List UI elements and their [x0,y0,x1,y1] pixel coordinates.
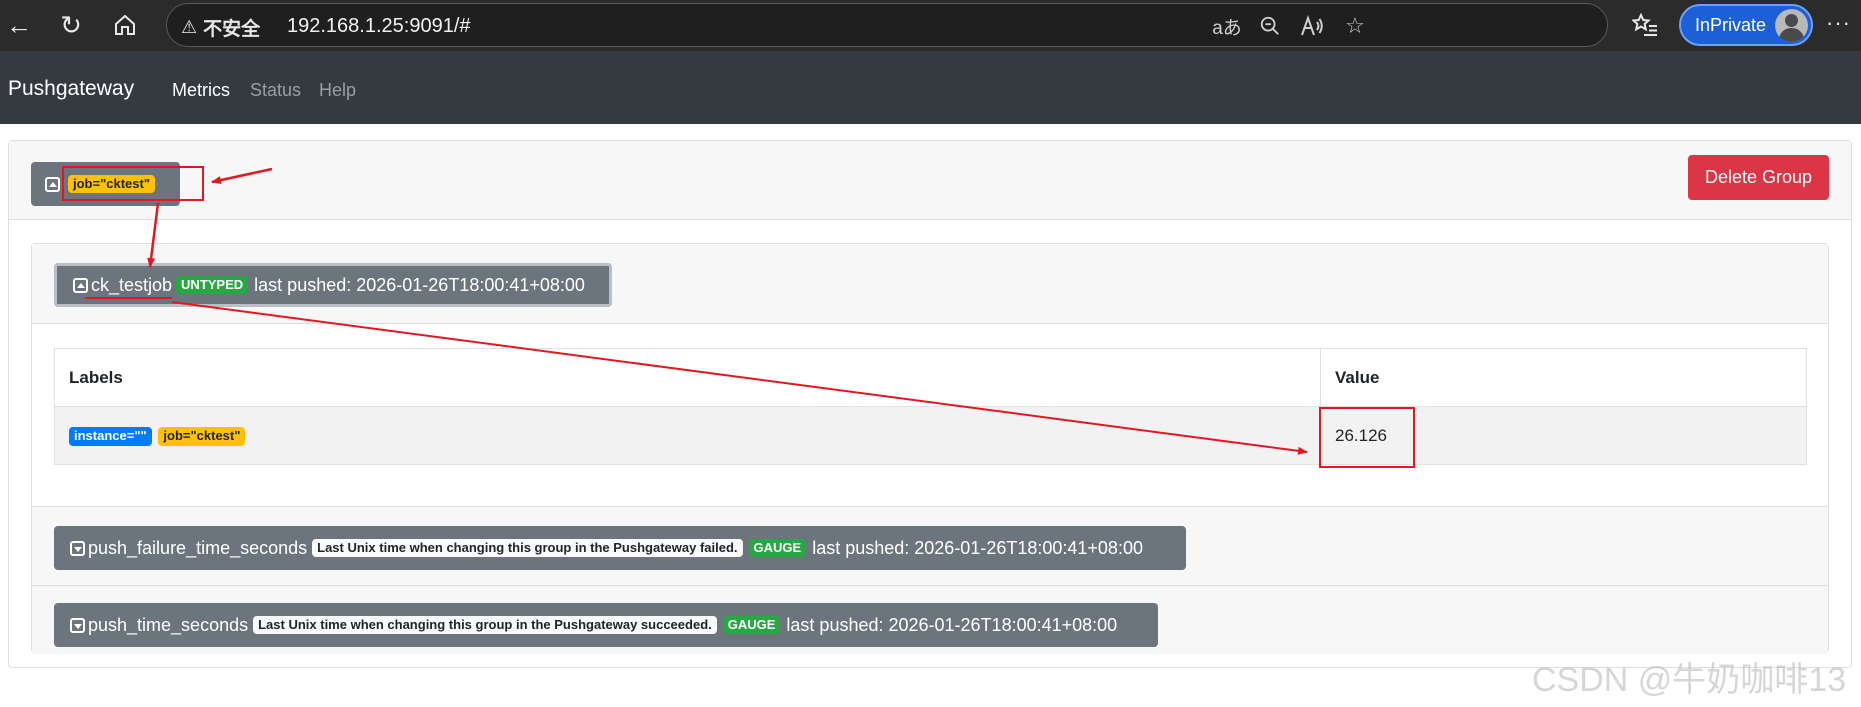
metric-name: push_failure_time_seconds [88,537,308,558]
metric-last-pushed: last pushed: 2026-01-26T18:00:41+08:00 [812,537,1143,558]
refresh-icon[interactable]: ↻ [52,6,90,44]
favorite-star-icon[interactable]: ☆ [1340,12,1370,40]
metric-header-push-time: push_time_seconds Last Unix time when ch… [32,586,1828,654]
metric-type-badge: GAUGE [748,538,807,558]
home-icon[interactable] [106,6,144,44]
brand-logo-text[interactable]: Pushgateway [8,77,134,101]
app-navbar: Pushgateway Metrics Status Help [0,51,1861,124]
metric-header-ck-testjob: ck_testjob UNTYPED last pushed: 2026-01-… [32,244,1828,324]
nav-link-status[interactable]: Status [250,80,301,101]
read-aloud-icon[interactable] [1297,12,1327,40]
collapse-icon [73,277,88,293]
table-header-row: Labels Value [54,348,1807,407]
label-badge-job: job="cktest" [158,427,246,446]
metric-toggle-push-failure[interactable]: push_failure_time_seconds Last Unix time… [54,526,1186,570]
group-toggle-button[interactable]: job="cktest" [31,162,180,206]
metric-type-badge: UNTYPED [176,275,249,295]
labels-cell: instance="" job="cktest" [54,406,1321,465]
metric-header-push-failure: push_failure_time_seconds Last Unix time… [32,506,1828,586]
metric-name: push_time_seconds [88,614,249,635]
translate-icon[interactable]: aあ [1212,12,1242,40]
value-column-header: Value [1320,348,1807,407]
metric-name: ck_testjob [91,274,173,295]
warning-triangle-icon: ⚠ [181,17,198,37]
inprivate-button[interactable]: InPrivate [1679,4,1813,46]
more-options-icon[interactable]: ··· [1826,10,1851,36]
group-label-badge: job="cktest" [68,174,155,194]
metric-help-badge: Last Unix time when changing this group … [312,538,743,558]
url-text[interactable]: 192.168.1.25:9091/# [287,15,471,38]
profile-avatar-icon [1775,9,1808,42]
metric-samples-table: Labels Value instance="" job="cktest" 26… [54,348,1807,465]
collapse-icon [45,176,60,192]
metric-type-badge: GAUGE [722,615,781,635]
address-bar[interactable]: ⚠ 不安全 192.168.1.25:9091/# aあ ☆ [166,3,1608,47]
expand-icon [70,540,85,556]
metric-toggle-ck-testjob[interactable]: ck_testjob UNTYPED last pushed: 2026-01-… [54,263,612,307]
security-warning[interactable]: ⚠ 不安全 [181,14,260,41]
favorites-list-icon[interactable] [1626,6,1664,44]
metric-last-pushed: last pushed: 2026-01-26T18:00:41+08:00 [254,274,585,295]
group-header: job="cktest" Delete Group [9,141,1851,220]
label-badge-instance: instance="" [69,427,152,446]
zoom-out-icon[interactable] [1255,12,1285,40]
value-cell: 26.126 [1320,406,1807,465]
table-row: instance="" job="cktest" 26.126 [54,406,1807,465]
metric-last-pushed: last pushed: 2026-01-26T18:00:41+08:00 [786,614,1118,635]
browser-toolbar: ← ↻ ⚠ 不安全 192.168.1.25:9091/# aあ ☆ InPri… [0,0,1861,51]
nav-link-metrics[interactable]: Metrics [172,80,230,101]
metric-toggle-push-time[interactable]: push_time_seconds Last Unix time when ch… [54,603,1158,647]
security-warning-label: 不安全 [203,19,261,40]
metric-help-badge: Last Unix time when changing this group … [253,615,717,635]
labels-column-header: Labels [54,348,1321,407]
delete-group-button[interactable]: Delete Group [1688,155,1829,200]
nav-link-help[interactable]: Help [319,80,356,101]
csdn-watermark: CSDN @牛奶咖啡13 [1532,661,1847,699]
metrics-list-card: ck_testjob UNTYPED last pushed: 2026-01-… [31,243,1829,654]
inprivate-label: InPrivate [1695,14,1767,35]
metric-group-card: job="cktest" Delete Group ck_testjob UNT… [8,140,1852,668]
expand-icon [70,617,85,633]
back-arrow-icon[interactable]: ← [0,6,38,44]
